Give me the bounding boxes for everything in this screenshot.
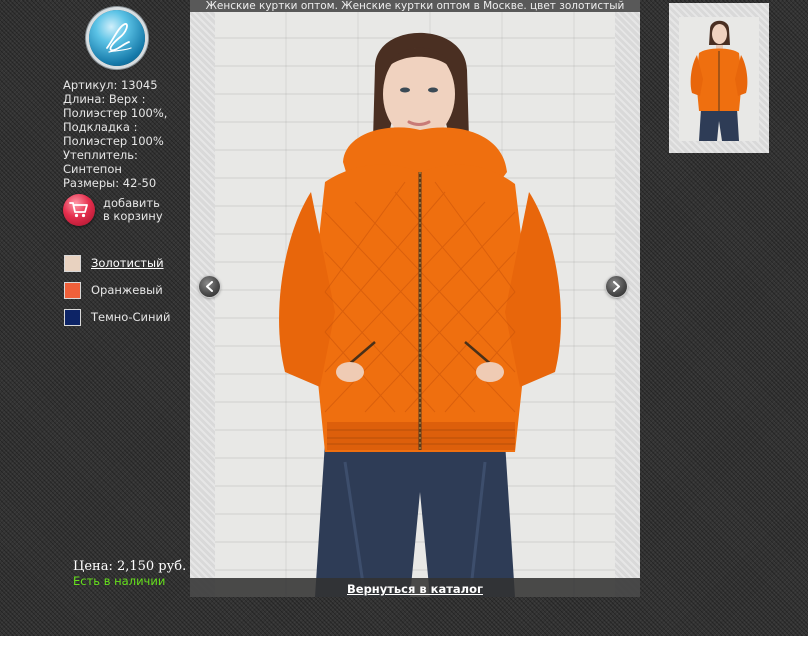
product-specs: Артикул: 13045 Длина: Верх : Полиэстер 1… [63, 78, 168, 190]
color-swatch-orange [64, 282, 81, 299]
product-photo [215, 12, 615, 597]
color-label-gold: Золотистый [91, 256, 164, 270]
page-title: Женские куртки оптом. Женские куртки опт… [190, 0, 640, 12]
add-to-cart-button[interactable]: добавить в корзину [63, 194, 163, 226]
color-swatch-navy [64, 309, 81, 326]
back-to-catalog-bar: Вернуться в каталог [190, 578, 640, 597]
signature-logo-icon[interactable] [89, 10, 145, 66]
back-to-catalog-link[interactable]: Вернуться в каталог [347, 582, 483, 596]
color-label-navy: Темно-Синий [91, 310, 171, 324]
product-gallery [190, 12, 640, 597]
gallery-prev-button[interactable] [199, 276, 220, 297]
chevron-right-icon [613, 281, 620, 292]
chevron-left-icon [206, 281, 213, 292]
add-to-cart-label: добавить в корзину [103, 196, 163, 223]
product-price: Цена: 2,150 руб. [73, 559, 187, 574]
color-label-orange: Оранжевый [91, 283, 163, 297]
thumbnail-photo [679, 17, 759, 141]
product-thumbnail[interactable] [669, 3, 769, 153]
gallery-next-button[interactable] [606, 276, 627, 297]
shopping-cart-icon [63, 194, 95, 226]
availability-status: Есть в наличии [73, 574, 166, 588]
color-swatch-gold [64, 255, 81, 272]
